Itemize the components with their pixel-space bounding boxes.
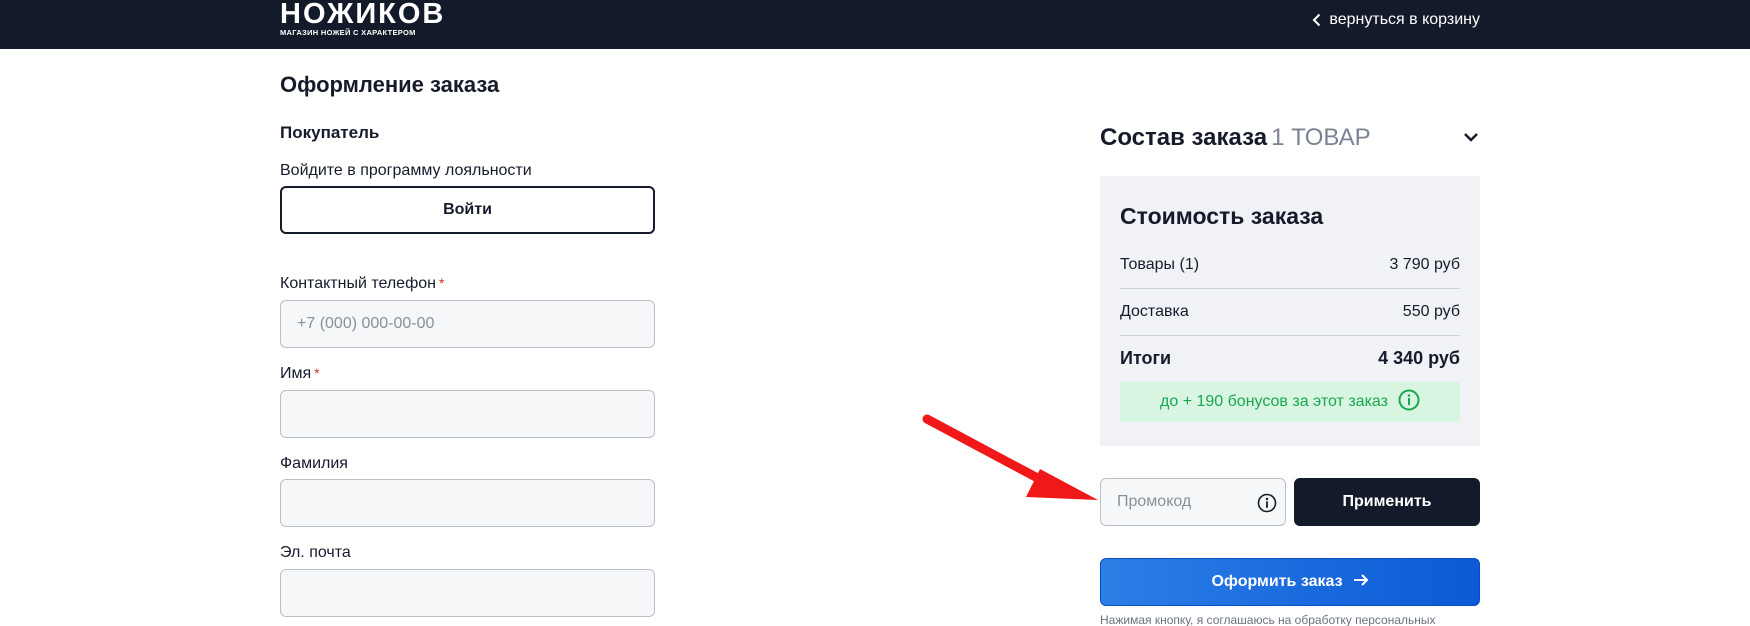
name-label: Имя * [280,365,320,383]
back-to-cart-link[interactable]: вернуться в корзину [1312,11,1480,29]
bonus-text: до + 190 бонусов за этот заказ [1160,393,1388,410]
phone-input[interactable] [280,300,655,348]
top-header: НОЖИКОВ МАГАЗИН НОЖЕЙ С ХАРАКТЕРОМ верну… [0,0,1750,49]
arrow-right-icon [1353,573,1369,592]
promo-info-icon[interactable] [1257,493,1277,518]
order-composition-title: Состав заказа [1100,124,1268,151]
surname-input[interactable] [280,479,655,527]
email-label-text: Эл. почта [280,544,351,561]
page-title: Оформление заказа [280,72,500,97]
logo-tagline: МАГАЗИН НОЖЕЙ С ХАРАКТЕРОМ [280,28,416,37]
phone-label-text: Контактный телефон [280,275,436,292]
order-item-count: 1 ТОВАР [1271,124,1371,151]
required-mark: * [438,275,445,291]
chevron-down-icon[interactable] [1463,129,1479,150]
place-order-button[interactable]: Оформить заказ [1100,558,1480,606]
promo-code-field [1100,478,1286,526]
total-row: Итоги 4 340 руб [1120,335,1460,382]
goods-label: Товары (1) [1120,255,1200,273]
logo-text: НОЖИКОВ [280,0,446,30]
required-mark: * [314,365,320,381]
buyer-section-title: Покупатель [280,123,380,142]
bonus-banner: до + 190 бонусов за этот заказ [1120,382,1460,422]
name-input[interactable] [280,390,655,438]
goods-value: 3 790 руб [1389,255,1460,273]
consent-text: Нажимая кнопку, я соглашаюсь на обработк… [1100,613,1436,626]
total-label: Итоги [1120,348,1172,368]
promo-code-input[interactable] [1101,479,1251,525]
delivery-row: Доставка 550 руб [1120,288,1460,335]
back-to-cart-label: вернуться в корзину [1329,11,1480,28]
total-value: 4 340 руб [1378,348,1460,368]
store-logo[interactable]: НОЖИКОВ МАГАЗИН НОЖЕЙ С ХАРАКТЕРОМ [280,0,445,37]
summary-title: Стоимость заказа [1120,203,1324,229]
annotation-arrow-icon [922,414,1098,500]
chevron-left-icon [1312,13,1321,27]
surname-label: Фамилия [280,455,348,473]
order-summary-card: Стоимость заказа Товары (1) 3 790 руб До… [1100,176,1480,446]
login-button[interactable]: Войти [280,186,655,234]
delivery-value: 550 руб [1402,302,1460,320]
place-order-label: Оформить заказ [1211,573,1343,590]
delivery-label: Доставка [1120,302,1189,320]
name-label-text: Имя [280,365,312,382]
apply-promo-button[interactable]: Применить [1294,478,1480,526]
info-icon[interactable] [1398,389,1420,416]
email-label: Эл. почта [280,544,351,562]
phone-label: Контактный телефон * [280,275,444,293]
email-input[interactable] [280,569,655,617]
order-composition-heading[interactable]: Состав заказа 1 ТОВАР [1100,124,1371,152]
loyalty-prompt: Войдите в программу лояльности [280,162,532,179]
surname-label-text: Фамилия [280,455,348,472]
goods-row: Товары (1) 3 790 руб [1120,241,1460,288]
